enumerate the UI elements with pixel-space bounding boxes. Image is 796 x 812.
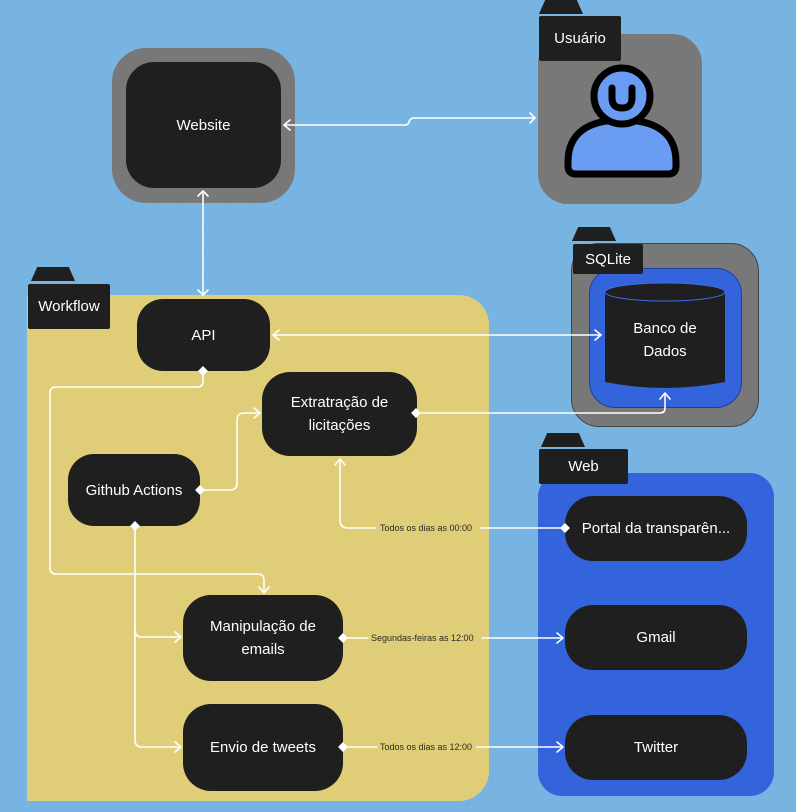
user-icon — [564, 64, 680, 178]
edge-label-tweets-twitter: Todos os dias as 12:00 — [380, 742, 473, 752]
edge-website-usuario — [283, 117, 536, 126]
emails-node[interactable]: Manipulação de emails — [183, 595, 343, 681]
website-label: Website — [176, 116, 231, 134]
portal-node[interactable]: Portal da transparên... — [565, 496, 747, 561]
gmail-label: Gmail — [636, 629, 676, 646]
tweets-label: Envio de tweets — [210, 739, 316, 756]
workflow-group-label: Workflow — [28, 284, 110, 329]
workflow-folder-tab — [31, 267, 75, 281]
web-group-label: Web — [539, 449, 628, 484]
gmail-node[interactable]: Gmail — [565, 605, 747, 670]
twitter-label: Twitter — [633, 739, 679, 756]
api-node[interactable]: API — [137, 299, 270, 371]
usuario-group-label: Usuário — [539, 16, 621, 61]
edge-label-emails-gmail: Segundas-feiras as 12:00 — [371, 633, 474, 643]
website-node[interactable]: Website — [126, 62, 281, 188]
web-folder-tab — [541, 433, 585, 447]
extraction-label: Extratração de licitações — [290, 394, 389, 434]
api-label: API — [191, 326, 216, 344]
arrowhead-usuario — [529, 112, 536, 124]
github-actions-node[interactable]: Github Actions — [68, 454, 200, 526]
emails-label: Manipulação de emails — [210, 618, 316, 658]
sqlite-folder-tab — [572, 227, 616, 241]
portal-label: Portal da transparên... — [581, 520, 731, 537]
twitter-node[interactable]: Twitter — [565, 715, 747, 780]
github-actions-label: Github Actions — [85, 481, 183, 499]
sqlite-group-label: SQLite — [573, 244, 643, 274]
database-label: Banco de Dados — [633, 320, 697, 360]
extraction-node[interactable]: Extratração de licitações — [262, 372, 417, 456]
database-node[interactable]: Banco de Dados — [604, 300, 726, 380]
tweets-node[interactable]: Envio de tweets — [183, 704, 343, 791]
usuario-folder-tab — [539, 0, 583, 14]
edge-label-portal-extraction: Todos os dias as 00:00 — [380, 523, 473, 533]
